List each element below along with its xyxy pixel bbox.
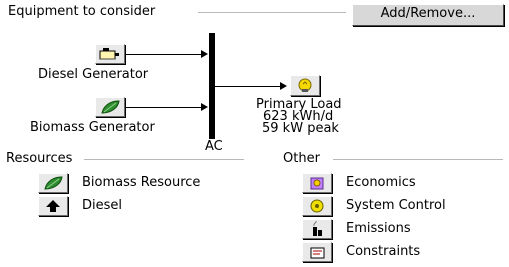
leaf-icon[interactable] [38,173,68,193]
diesel-generator-icon[interactable] [95,44,125,64]
fuel-pump-icon[interactable] [38,196,68,216]
economics-icon[interactable] [302,173,332,193]
other-item-label[interactable]: Constraints [346,245,420,259]
constraints-icon[interactable] [302,242,332,262]
other-group-divider [333,159,503,161]
primary-load-wire [215,86,281,87]
biomass-generator-icon[interactable] [95,97,125,117]
biomass-generator-label: Biomass Generator [30,120,155,135]
other-item-label[interactable]: System Control [346,199,446,213]
primary-load-icon[interactable] [290,75,320,96]
ac-bus-label: AC [205,139,223,154]
equipment-group-divider [198,12,346,14]
add-remove-button[interactable]: Add/Remove... [352,4,504,26]
biomass-generator-arrow [201,103,208,111]
diesel-generator-arrow [201,50,208,58]
add-remove-button-label: Add/Remove... [380,6,476,21]
other-item-label[interactable]: Emissions [346,222,411,236]
resources-group-divider [84,159,244,161]
other-item-label[interactable]: Economics [346,176,416,190]
primary-load-arrow [280,82,287,90]
biomass-generator-wire [125,107,201,108]
system-control-icon[interactable] [302,196,332,216]
primary-load-peak: 59 kW peak [262,121,339,136]
resource-item-label[interactable]: Biomass Resource [82,176,200,190]
other-group-title: Other [283,151,320,166]
diesel-generator-label: Diesel Generator [38,67,149,82]
resources-group-title: Resources [6,151,73,166]
equipment-group-title: Equipment to consider [8,4,156,19]
diesel-generator-wire [125,54,201,55]
emissions-icon[interactable] [302,219,332,239]
resource-item-label[interactable]: Diesel [82,199,122,213]
